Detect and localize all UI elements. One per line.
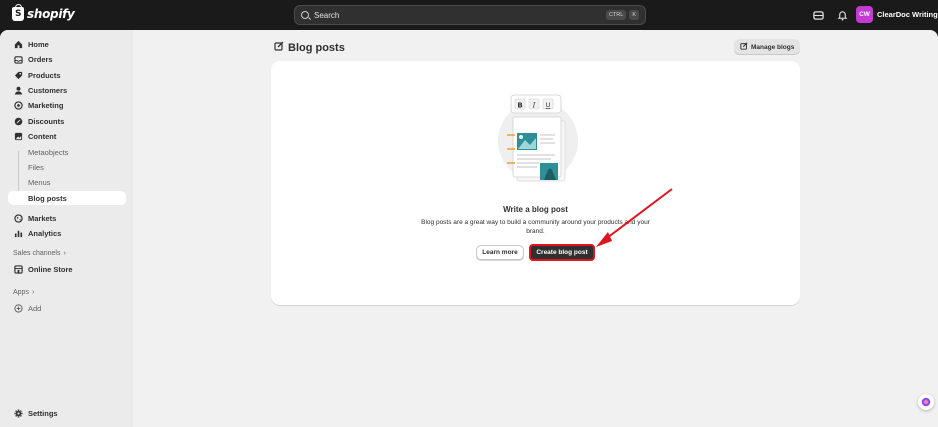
sidebar-item-label: Online Store bbox=[28, 264, 73, 274]
sales-channels-heading[interactable]: Sales channels › bbox=[13, 250, 66, 257]
sales-channels-label: Sales channels bbox=[13, 250, 61, 257]
sidebar-item-online-store[interactable]: Online Store bbox=[8, 262, 126, 276]
inbox-icon bbox=[14, 55, 23, 64]
chevron-right-icon: › bbox=[31, 289, 35, 296]
sidebar-item-label: Content bbox=[28, 131, 57, 141]
page-title: Blog posts bbox=[274, 41, 345, 54]
plus-circle-icon bbox=[14, 303, 23, 313]
blog-post-illustration: B I U bbox=[498, 94, 578, 182]
bar-chart-icon bbox=[14, 229, 23, 238]
manage-blogs-button[interactable]: Manage blogs bbox=[734, 39, 801, 55]
empty-state-card: B I U Write a blog post Blog posts are a… bbox=[271, 61, 800, 305]
sidebar-item-label: Add bbox=[28, 303, 42, 313]
shopify-logo[interactable]: shopify bbox=[12, 4, 75, 21]
manage-blogs-label: Manage blogs bbox=[751, 43, 795, 51]
home-icon bbox=[14, 40, 23, 49]
globe-icon bbox=[14, 213, 23, 223]
empty-state-heading: Write a blog post bbox=[503, 205, 568, 214]
learn-more-button[interactable]: Learn more bbox=[476, 245, 524, 260]
sidebar-item-metaobjects[interactable]: Metaobjects bbox=[8, 145, 126, 159]
search-icon bbox=[301, 11, 309, 19]
sidebar-item-label: Home bbox=[28, 39, 49, 49]
sidebar-item-marketing[interactable]: Marketing bbox=[8, 98, 126, 112]
gear-icon bbox=[14, 408, 23, 418]
compose-icon bbox=[274, 41, 284, 54]
storefront-icon bbox=[14, 264, 23, 274]
sidebar-item-menus[interactable]: Menus bbox=[8, 175, 126, 189]
store-icon[interactable] bbox=[812, 9, 824, 21]
apps-heading[interactable]: Apps › bbox=[13, 289, 34, 296]
sidebar-item-markets[interactable]: Markets bbox=[8, 211, 126, 225]
account-name: ClearDoc Writing bbox=[877, 10, 938, 19]
sidebar-item-customers[interactable]: Customers bbox=[8, 83, 126, 97]
shortcut-key-ctrl: CTRL bbox=[605, 10, 627, 20]
sidebar-item-label: Discounts bbox=[28, 116, 65, 126]
admin-frame: Home Orders Products Customers Marketing… bbox=[0, 30, 938, 427]
sidebar-item-blog-posts[interactable]: Blog posts bbox=[8, 191, 126, 205]
image-icon bbox=[14, 132, 23, 141]
sidebar-item-label: Markets bbox=[28, 213, 57, 223]
svg-text:B: B bbox=[517, 102, 522, 110]
sidebar-item-products[interactable]: Products bbox=[8, 68, 126, 82]
chevron-right-icon: › bbox=[63, 250, 66, 257]
search-bar[interactable]: Search CTRL K bbox=[294, 5, 646, 25]
discount-icon bbox=[14, 117, 23, 126]
shopify-bag-icon bbox=[12, 4, 24, 21]
sidebar-item-home[interactable]: Home bbox=[8, 37, 126, 51]
sidebar-item-label: Marketing bbox=[28, 100, 64, 110]
empty-state-description: Blog posts are a great way to build a co… bbox=[421, 219, 650, 235]
sidebar-item-settings[interactable]: Settings bbox=[8, 406, 126, 420]
sidebar-item-orders[interactable]: Orders bbox=[8, 52, 126, 66]
sidebar-item-label: Orders bbox=[28, 54, 53, 64]
avatar: CW bbox=[856, 6, 873, 23]
sidebar-item-add-app[interactable]: Add bbox=[8, 301, 126, 315]
sidebar-item-analytics[interactable]: Analytics bbox=[8, 226, 126, 240]
person-icon bbox=[14, 86, 23, 95]
page-title-text: Blog posts bbox=[288, 41, 345, 54]
create-blog-post-button[interactable]: Create blog post bbox=[529, 244, 595, 261]
sidebar-item-discounts[interactable]: Discounts bbox=[8, 114, 126, 128]
brand-name: shopify bbox=[27, 7, 75, 21]
sidebar-item-label: Settings bbox=[28, 408, 58, 418]
apps-label: Apps bbox=[13, 289, 29, 296]
search-placeholder: Search bbox=[314, 10, 340, 20]
target-icon bbox=[14, 100, 23, 110]
help-chat-icon[interactable] bbox=[918, 394, 934, 410]
compose-icon bbox=[740, 42, 748, 52]
sidebar-item-files[interactable]: Files bbox=[8, 160, 126, 174]
shortcut-key-k: K bbox=[629, 10, 639, 20]
sidebar-item-label: Analytics bbox=[28, 228, 62, 238]
sidebar-item-label: Customers bbox=[28, 85, 68, 95]
account-menu[interactable]: CW ClearDoc Writing bbox=[856, 6, 938, 23]
sidebar-item-content[interactable]: Content bbox=[8, 129, 126, 143]
svg-text:I: I bbox=[532, 102, 536, 110]
sidebar-item-label: Products bbox=[28, 70, 61, 80]
top-bar: shopify Search CTRL K CW ClearDoc Writin… bbox=[0, 0, 938, 30]
tag-icon bbox=[14, 71, 23, 80]
bell-icon[interactable] bbox=[836, 9, 848, 21]
svg-text:U: U bbox=[546, 101, 551, 109]
sidebar: Home Orders Products Customers Marketing… bbox=[0, 30, 133, 427]
